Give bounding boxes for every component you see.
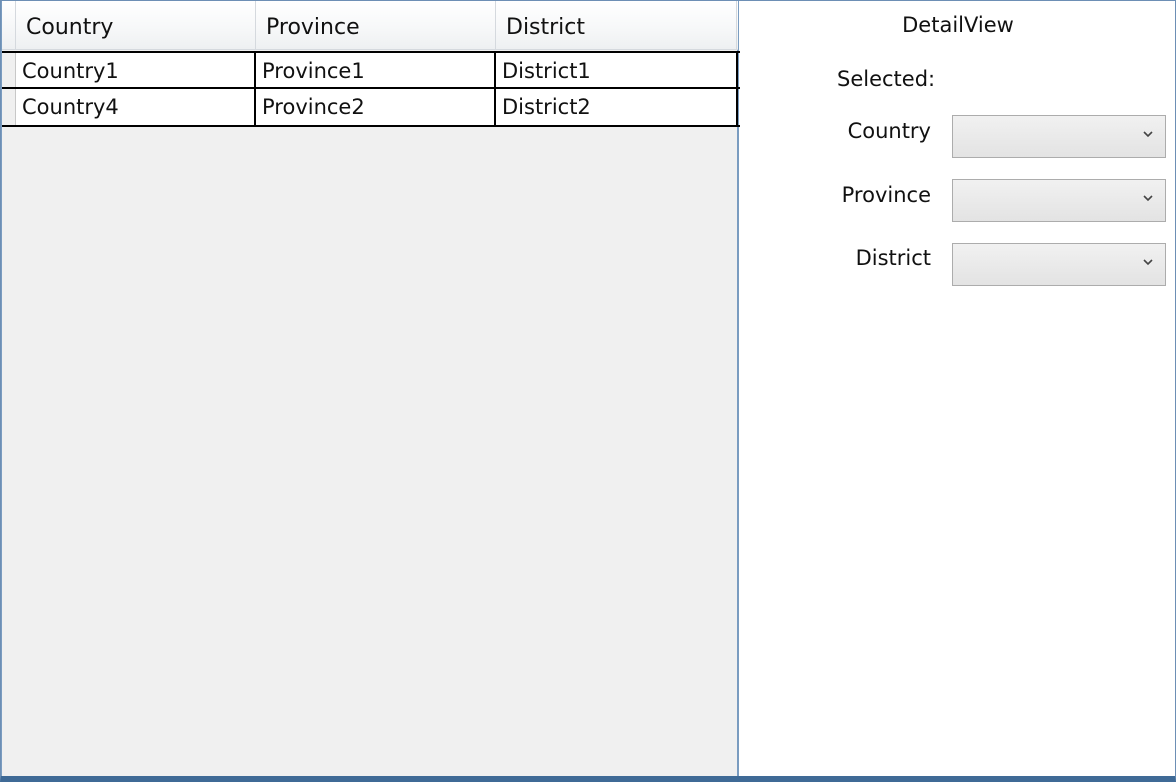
province-label: Province <box>841 183 931 207</box>
column-header-country[interactable]: Country <box>16 1 256 49</box>
table-row[interactable]: Country1 Province1 District1 <box>2 51 740 89</box>
detail-view-title: DetailView <box>902 13 1014 37</box>
table-row[interactable]: Country4 Province2 District2 <box>2 89 740 127</box>
chevron-down-icon <box>1143 131 1153 138</box>
column-header-province[interactable]: Province <box>256 1 496 49</box>
cell-province[interactable]: Province1 <box>256 53 496 87</box>
grid-header-row: Country Province District <box>2 1 738 50</box>
grid-body: Country1 Province1 District1 Country4 Pr… <box>2 51 740 127</box>
cell-district[interactable]: District1 <box>496 53 738 87</box>
chevron-down-icon <box>1143 259 1153 266</box>
cell-district[interactable]: District2 <box>496 89 738 125</box>
selected-label: Selected: <box>837 67 936 91</box>
app-window: Country Province District Country1 Provi… <box>0 0 1176 782</box>
detail-view: DetailView Selected: Country Province Di… <box>741 1 1175 776</box>
row-header[interactable] <box>2 89 16 125</box>
select-all-corner[interactable] <box>2 1 16 49</box>
column-header-district[interactable]: District <box>496 1 737 49</box>
district-combobox[interactable] <box>952 243 1166 286</box>
country-combobox[interactable] <box>952 115 1166 158</box>
country-label: Country <box>847 119 931 143</box>
chevron-down-icon <box>1143 195 1153 202</box>
cell-country[interactable]: Country4 <box>16 89 256 125</box>
row-header[interactable] <box>2 53 16 87</box>
district-label: District <box>855 246 931 270</box>
data-grid[interactable]: Country Province District Country1 Provi… <box>1 1 740 776</box>
cell-province[interactable]: Province2 <box>256 89 496 125</box>
cell-country[interactable]: Country1 <box>16 53 256 87</box>
province-combobox[interactable] <box>952 179 1166 222</box>
